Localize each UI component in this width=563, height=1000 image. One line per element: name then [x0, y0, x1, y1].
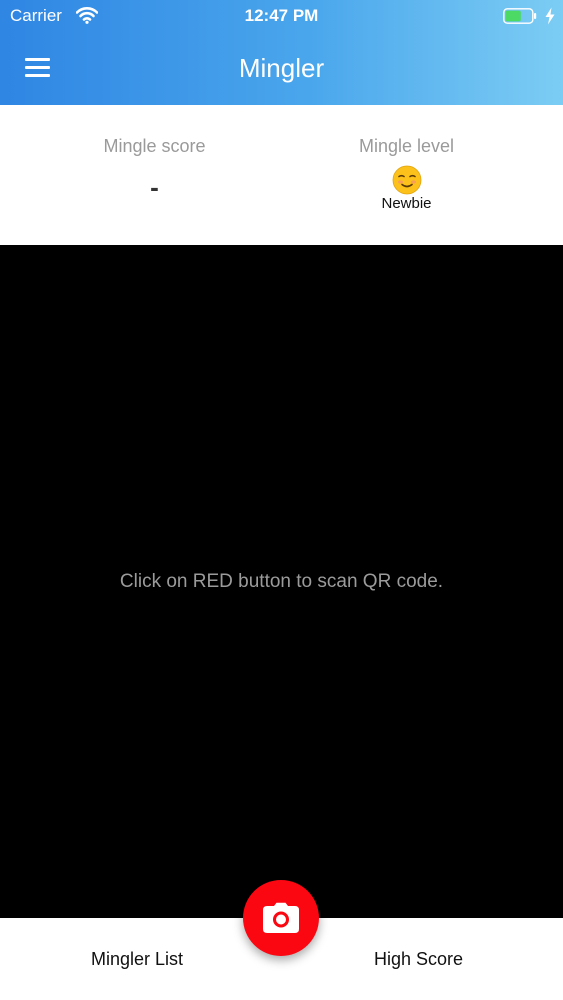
app-header: Carrier 12:47 PM Mingler	[0, 0, 563, 105]
status-bar: Carrier 12:47 PM	[0, 0, 563, 32]
battery-icon	[503, 8, 537, 24]
stats-panel: Mingle score - Mingle level Newbie	[0, 105, 563, 245]
camera-preview: Click on RED button to scan QR code.	[0, 245, 563, 918]
mingle-level-label: Mingle level	[358, 136, 455, 156]
mingle-level-name: Newbie	[381, 195, 432, 212]
mingle-score-section: Mingle score -	[14, 105, 295, 245]
smiling-face-emoji-icon	[392, 165, 421, 195]
camera-icon	[263, 902, 299, 933]
mingle-level-section: Mingle level Newbie	[266, 105, 547, 245]
mingle-score-label: Mingle score	[103, 136, 206, 156]
scan-hint-text: Click on RED button to scan QR code.	[119, 571, 444, 592]
tab-high-score[interactable]: High Score	[374, 948, 463, 970]
scan-qr-button[interactable]	[243, 880, 319, 956]
tab-mingler-list[interactable]: Mingler List	[91, 948, 183, 970]
mingle-score-value: -	[150, 172, 159, 202]
page-title: Mingler	[238, 53, 325, 83]
status-time: 12:47 PM	[244, 6, 319, 25]
charging-bolt-icon	[545, 7, 555, 25]
